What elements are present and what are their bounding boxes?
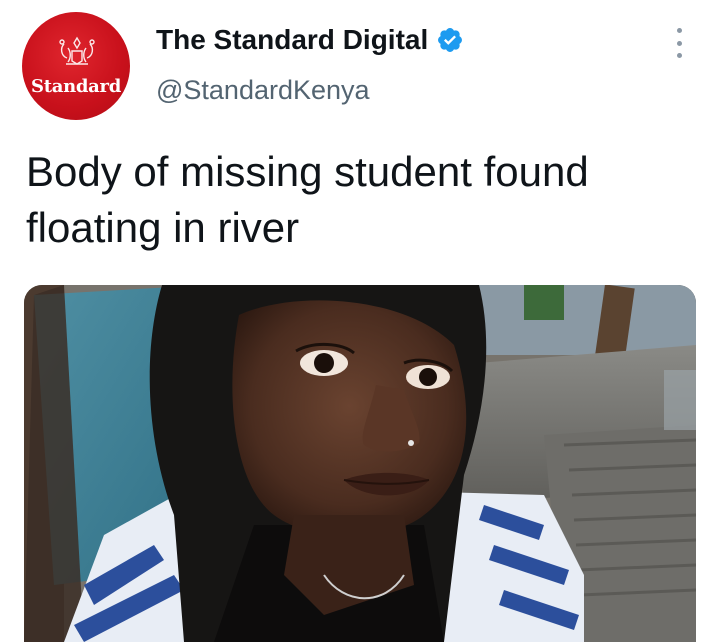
avatar[interactable]: Standard xyxy=(22,12,130,120)
avatar-logo-text: Standard xyxy=(31,76,121,97)
more-dot xyxy=(676,53,682,58)
display-name[interactable]: The Standard Digital xyxy=(156,22,428,58)
more-options-icon[interactable] xyxy=(664,26,694,60)
tweet-text: Body of missing student found floating i… xyxy=(26,148,589,251)
verified-badge-icon xyxy=(438,28,463,52)
crest-logo-icon xyxy=(59,36,95,65)
tweet-card[interactable]: Standard The Standard Digital @StandardK… xyxy=(0,0,720,642)
account-handle[interactable]: @StandardKenya xyxy=(156,72,370,108)
more-dot xyxy=(676,40,682,46)
more-dot xyxy=(676,28,682,33)
tweet-photo[interactable] xyxy=(24,285,696,642)
photo-of-woman-in-black-headscarf-icon xyxy=(24,285,696,642)
name-row: The Standard Digital xyxy=(156,22,464,58)
